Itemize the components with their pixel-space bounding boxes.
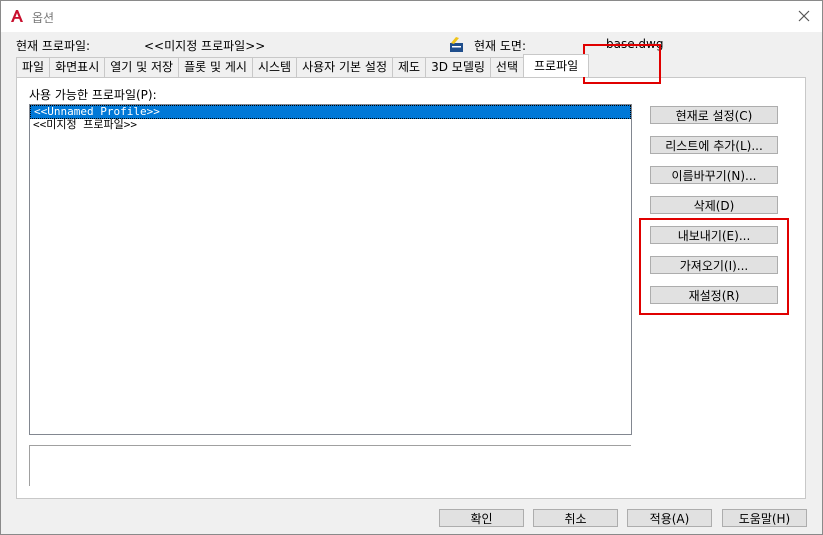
tab-highlight-box <box>583 44 661 84</box>
profile-description-box <box>29 445 631 486</box>
tab-display[interactable]: 화면표시 <box>49 57 106 77</box>
tab-strip: 파일 화면표시 열기 및 저장 플롯 및 게시 시스템 사용자 기본 설정 제도… <box>16 54 590 77</box>
current-profile-value: <<미지정 프로파일>> <box>144 39 266 53</box>
list-item[interactable]: <<미지정 프로파일>> <box>30 119 631 131</box>
tab-file[interactable]: 파일 <box>16 57 51 77</box>
tab-plot-publish[interactable]: 플롯 및 게시 <box>178 57 253 77</box>
rename-button[interactable]: 이름바꾸기(N)... <box>650 166 778 184</box>
apply-button[interactable]: 적용(A) <box>627 509 712 527</box>
ok-button[interactable]: 확인 <box>439 509 524 527</box>
profiles-label: 사용 가능한 프로파일(P): <box>29 88 157 102</box>
tab-system[interactable]: 시스템 <box>251 57 298 77</box>
options-dialog: 옵션 현재 프로파일: <<미지정 프로파일>> 현재 도면: base.dwg… <box>0 0 823 535</box>
add-to-list-button[interactable]: 리스트에 추가(L)... <box>650 136 778 154</box>
tab-profiles[interactable]: 프로파일 <box>523 54 590 77</box>
help-button[interactable]: 도움말(H) <box>722 509 807 527</box>
autocad-logo-icon <box>11 10 23 22</box>
tab-user-preferences[interactable]: 사용자 기본 설정 <box>296 57 393 77</box>
cancel-button[interactable]: 취소 <box>533 509 618 527</box>
window-title: 옵션 <box>32 11 55 25</box>
close-icon <box>798 10 810 22</box>
tab-open-save[interactable]: 열기 및 저장 <box>104 57 180 77</box>
tab-drafting[interactable]: 제도 <box>392 57 427 77</box>
title-bar: 옵션 <box>1 1 822 32</box>
profiles-list[interactable]: <<Unnamed Profile>> <<미지정 프로파일>> <box>29 104 632 435</box>
tab-3d-modeling[interactable]: 3D 모델링 <box>425 57 491 77</box>
current-profile-label: 현재 프로파일: <box>16 39 91 53</box>
set-current-button[interactable]: 현재로 설정(C) <box>650 106 778 124</box>
buttons-highlight-box <box>639 218 789 315</box>
tab-selection[interactable]: 선택 <box>489 57 524 77</box>
close-button[interactable] <box>792 5 816 27</box>
delete-button[interactable]: 삭제(D) <box>650 196 778 214</box>
current-drawing-label: 현재 도면: <box>474 39 527 53</box>
list-item[interactable]: <<Unnamed Profile>> <box>30 105 631 119</box>
drawing-icon <box>450 37 463 52</box>
